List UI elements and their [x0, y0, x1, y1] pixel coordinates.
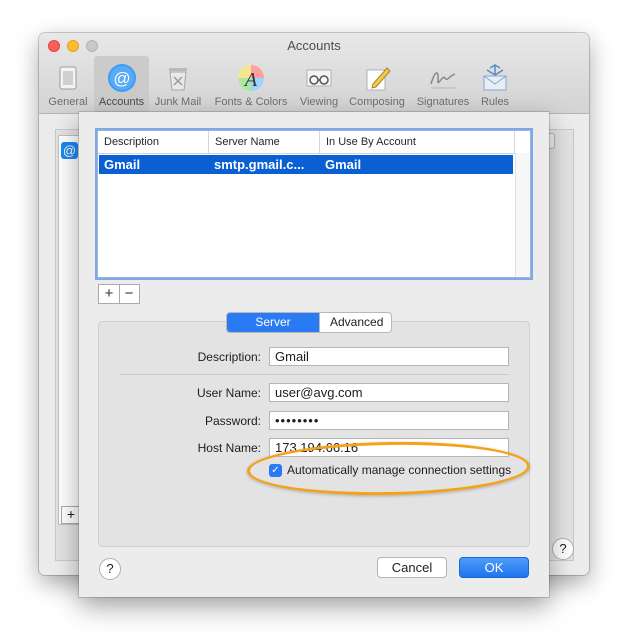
table-row[interactable]: Gmail smtp.gmail.c... Gmail [99, 155, 513, 174]
preferences-help-button[interactable]: ? [552, 538, 574, 560]
toolbar-label: General [48, 96, 88, 108]
hostname-label: Host Name: [197, 441, 261, 455]
toolbar-label: Rules [480, 96, 510, 108]
signature-icon [430, 72, 456, 89]
glasses-icon [306, 69, 332, 87]
table-header: Description Server Name In Use By Accoun… [98, 131, 530, 154]
settings-tab-control: Server Settings Advanced [226, 312, 392, 333]
help-button[interactable]: ? [99, 558, 121, 580]
toolbar-general[interactable]: General [44, 56, 92, 112]
table-scrollbar[interactable] [515, 153, 530, 277]
svg-text:@: @ [113, 69, 130, 88]
cell-description: Gmail [104, 157, 141, 172]
username-field[interactable] [269, 383, 509, 402]
trash-bin-icon [169, 68, 187, 91]
at-sign-icon: @ [107, 64, 136, 92]
svg-text:A: A [243, 69, 258, 91]
tab-server-settings[interactable]: Server Settings [227, 313, 319, 332]
toolbar-label: Signatures [416, 96, 470, 108]
password-field[interactable] [269, 411, 509, 430]
toolbar-label: Accounts [98, 96, 145, 108]
toolbar-accounts[interactable]: @ Accounts [94, 56, 149, 112]
toolbar-label: Viewing [299, 96, 339, 108]
toolbar-junk-mail[interactable]: Junk Mail [151, 56, 205, 112]
column-header-server-name[interactable]: Server Name [209, 131, 320, 153]
username-label: User Name: [196, 386, 261, 400]
add-account-button[interactable]: + [61, 506, 81, 524]
cell-server-name: smtp.gmail.c... [214, 157, 305, 172]
add-remove-control: + − [98, 284, 140, 304]
toolbar-label: Fonts & Colors [214, 96, 288, 108]
remove-server-button[interactable]: − [119, 285, 139, 303]
smtp-server-table[interactable]: Description Server Name In Use By Accoun… [97, 130, 531, 278]
column-header-description[interactable]: Description [98, 131, 209, 153]
column-header-in-use-by[interactable]: In Use By Account [320, 131, 515, 153]
title-bar: Accounts General @ Accounts Junk Mail A … [39, 33, 589, 114]
window-title: Accounts [287, 38, 341, 53]
at-sign-icon: @ [61, 142, 78, 159]
toolbar-signatures[interactable]: Signatures [411, 56, 475, 112]
tab-advanced[interactable]: Advanced [319, 313, 391, 332]
toolbar-label: Composing [349, 96, 405, 108]
cancel-button[interactable]: Cancel [377, 557, 447, 578]
toolbar-rules[interactable]: Rules [475, 56, 515, 112]
fonts-colors-icon: A [238, 65, 264, 91]
add-server-button[interactable]: + [99, 285, 120, 303]
ok-button[interactable]: OK [459, 557, 529, 578]
description-label: Description: [197, 350, 261, 364]
cell-in-use-by: Gmail [325, 157, 362, 172]
description-field[interactable] [269, 347, 509, 366]
toolbar-viewing[interactable]: Viewing [295, 56, 343, 112]
divider [119, 374, 509, 375]
rules-envelope-icon [483, 64, 507, 91]
smtp-server-sheet: Description Server Name In Use By Accoun… [79, 112, 549, 597]
toolbar-fonts-colors[interactable]: A Fonts & Colors [209, 56, 293, 112]
toolbar-composing[interactable]: Composing [345, 56, 409, 112]
pencil-paper-icon [366, 67, 391, 91]
general-icon [59, 66, 77, 90]
password-label: Password: [204, 414, 261, 428]
toolbar-label: Junk Mail [154, 96, 202, 108]
